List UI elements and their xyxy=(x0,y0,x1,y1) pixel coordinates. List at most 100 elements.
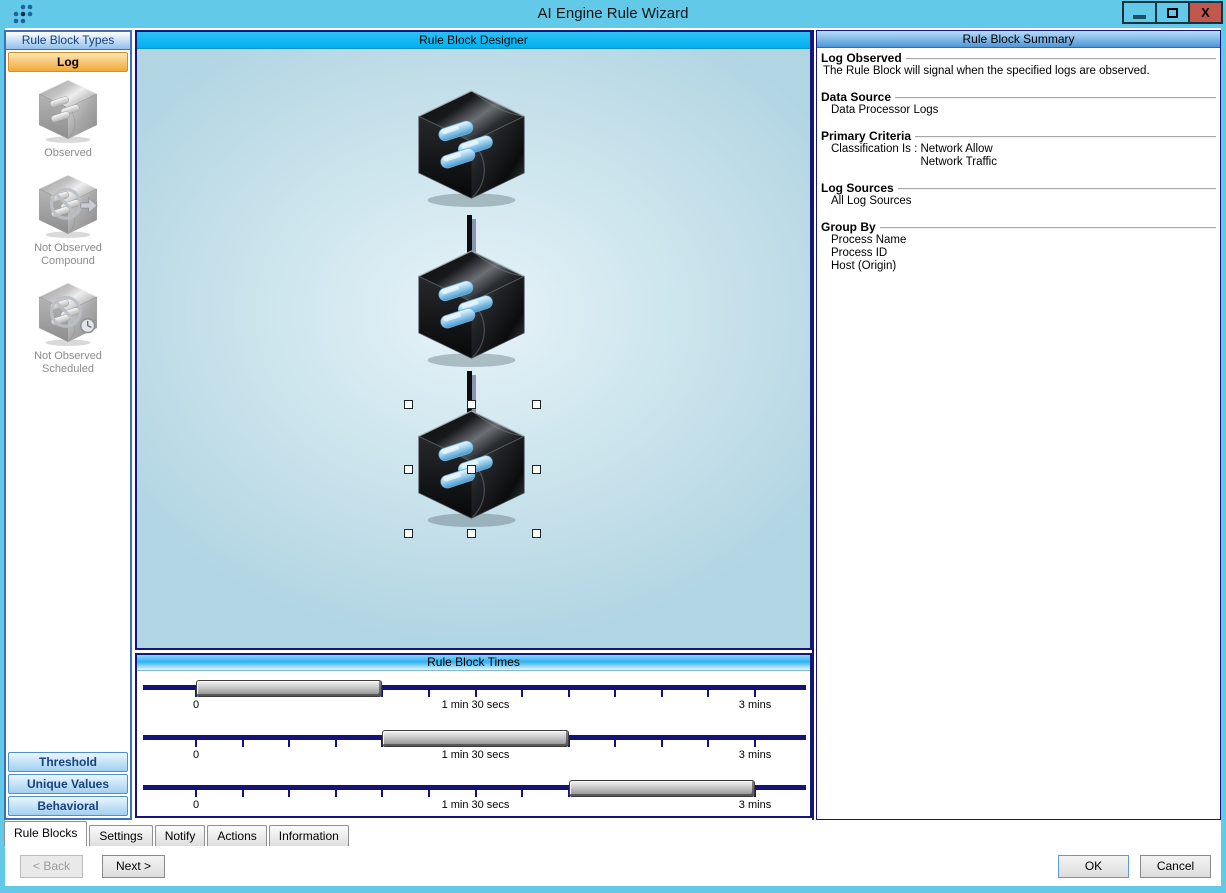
summary-criteria-values: Network Allow Network Traffic xyxy=(920,143,996,169)
time-tick xyxy=(521,790,524,797)
time-tick xyxy=(288,790,291,797)
window-title: AI Engine Rule Wizard xyxy=(537,5,689,22)
selection-handle[interactable] xyxy=(404,465,413,474)
tab-actions[interactable]: Actions xyxy=(207,825,267,846)
type-section-log[interactable]: Log xyxy=(8,52,128,72)
summary-section-title: Primary Criteria xyxy=(821,129,1216,143)
type-section-behavioral[interactable]: Behavioral xyxy=(8,796,128,816)
selection-handle[interactable] xyxy=(404,400,413,409)
time-tick xyxy=(707,740,710,747)
rule-block-times-header: Rule Block Times xyxy=(137,655,810,671)
rule-type-not-observed-scheduled[interactable]: Not Observed Scheduled xyxy=(13,281,123,376)
type-section-threshold[interactable]: Threshold xyxy=(8,752,128,772)
summary-section-title-text: Group By xyxy=(821,220,876,234)
time-tick xyxy=(334,790,337,797)
ok-button[interactable]: OK xyxy=(1058,855,1129,878)
time-tick xyxy=(427,790,430,797)
rule-block-types-panel: Rule Block Types Log Observed Not Observe… xyxy=(4,30,132,820)
vertical-separator xyxy=(812,30,814,820)
time-tick xyxy=(474,690,477,697)
time-range-slider[interactable] xyxy=(568,780,755,797)
summary-section-group-by: Group By Process Name Process ID Host (Orig… xyxy=(821,220,1216,273)
titlebar: AI Engine Rule Wizard X xyxy=(0,0,1226,28)
summary-value-line: Process Name xyxy=(831,234,907,246)
time-axis-label: 0 xyxy=(192,799,200,811)
rule-block-summary-body: Log Observed The Rule Block will signal w… xyxy=(817,48,1220,288)
summary-criteria-pair: Classification Is : Network Allow Network… xyxy=(821,143,1216,169)
selection-handle[interactable] xyxy=(467,465,476,474)
time-tick xyxy=(195,790,197,797)
rule-block-designer-header: Rule Block Designer xyxy=(137,32,810,49)
minimize-button[interactable] xyxy=(1122,1,1157,24)
summary-section-primary-criteria: Primary Criteria Classification Is : Netw… xyxy=(821,129,1216,169)
tab-rule-blocks[interactable]: Rule Blocks xyxy=(4,821,88,846)
rule-block-times-body: 0 1 min 30 secs 3 mins 0 1 min 30 secs 3 mins… xyxy=(137,671,810,817)
rule-block-cube-log-observed[interactable] xyxy=(413,247,530,368)
rule-type-label: Observed xyxy=(44,147,92,159)
tab-notify[interactable]: Notify xyxy=(154,825,206,846)
rule-type-label: Not Observed Compound xyxy=(34,242,102,267)
rule-type-observed[interactable]: Observed xyxy=(13,78,123,160)
time-range-slider[interactable] xyxy=(196,680,383,697)
time-tick xyxy=(195,740,197,747)
window-controls: X xyxy=(1122,1,1223,24)
time-tick xyxy=(754,740,756,747)
next-button[interactable]: Next > xyxy=(102,855,165,878)
rule-type-label: Not Observed Scheduled xyxy=(34,350,102,375)
summary-section-title-text: Log Sources xyxy=(821,181,894,195)
summary-section-rule-line xyxy=(905,58,1216,60)
maximize-icon xyxy=(1167,7,1178,18)
summary-section-title: Log Observed xyxy=(821,51,1216,65)
summary-section-title: Group By xyxy=(821,220,1216,234)
time-tick xyxy=(660,690,663,697)
time-tick xyxy=(288,740,291,747)
cancel-button[interactable]: Cancel xyxy=(1140,855,1211,878)
tab-bar: Rule Blocks Settings Notify Actions Informat… xyxy=(4,821,351,846)
summary-section-title-text: Primary Criteria xyxy=(821,129,912,143)
summary-section-title-text: Data Source xyxy=(821,90,892,104)
time-tick xyxy=(427,690,430,697)
selection-handle[interactable] xyxy=(467,529,476,538)
selection-handle[interactable] xyxy=(532,529,541,538)
time-tick xyxy=(614,690,617,697)
time-range-slider[interactable] xyxy=(382,730,569,747)
rule-block-times-panel: Rule Block Times 0 1 min 30 secs 3 mins 0 1 … xyxy=(135,653,812,818)
time-tick xyxy=(660,740,663,747)
type-section-unique-values[interactable]: Unique Values xyxy=(8,774,128,794)
collapsed-type-sections: Threshold Unique Values Behavioral xyxy=(8,750,128,816)
tab-information[interactable]: Information xyxy=(268,825,349,846)
summary-section-rule-line xyxy=(897,188,1216,190)
summary-value-line: The Rule Block will signal when the spec… xyxy=(823,65,1150,77)
summary-section-log-observed: Log Observed The Rule Block will signal w… xyxy=(821,51,1216,78)
selection-handle[interactable] xyxy=(404,529,413,538)
summary-value-line: Data Processor Logs xyxy=(831,104,939,116)
summary-section-log-sources: Log Sources All Log Sources xyxy=(821,181,1216,208)
rule-block-summary-header: Rule Block Summary xyxy=(817,31,1220,48)
time-axis-label: 0 xyxy=(192,699,200,711)
time-tick xyxy=(567,690,570,697)
close-button[interactable]: X xyxy=(1188,1,1223,24)
time-axis-label: 1 min 30 secs xyxy=(441,749,510,761)
time-axis-label: 0 xyxy=(192,749,200,761)
rule-block-time-row: 0 1 min 30 secs 3 mins xyxy=(137,673,810,723)
selection-handle[interactable] xyxy=(532,400,541,409)
rule-type-not-observed-compound[interactable]: Not Observed Compound xyxy=(13,173,123,268)
back-button[interactable]: < Back xyxy=(20,855,83,878)
time-tick xyxy=(474,790,477,797)
rule-block-designer-canvas[interactable] xyxy=(137,49,810,648)
summary-section-data-source: Data Source Data Processor Logs xyxy=(821,90,1216,117)
log-observed-icon xyxy=(36,78,100,144)
time-tick xyxy=(241,790,244,797)
time-tick xyxy=(707,690,710,697)
rule-block-types-header: Rule Block Types xyxy=(6,32,130,50)
tab-settings[interactable]: Settings xyxy=(89,825,153,846)
maximize-button[interactable] xyxy=(1155,1,1190,24)
summary-section-rule-line xyxy=(879,227,1216,229)
time-tick xyxy=(614,740,617,747)
selection-handle[interactable] xyxy=(532,465,541,474)
summary-criteria-value: Network Allow xyxy=(920,143,993,155)
rule-block-cube-log-observed[interactable] xyxy=(413,87,530,208)
time-tick xyxy=(381,790,384,797)
selection-handle[interactable] xyxy=(467,400,476,409)
time-axis-label: 3 mins xyxy=(738,799,772,811)
